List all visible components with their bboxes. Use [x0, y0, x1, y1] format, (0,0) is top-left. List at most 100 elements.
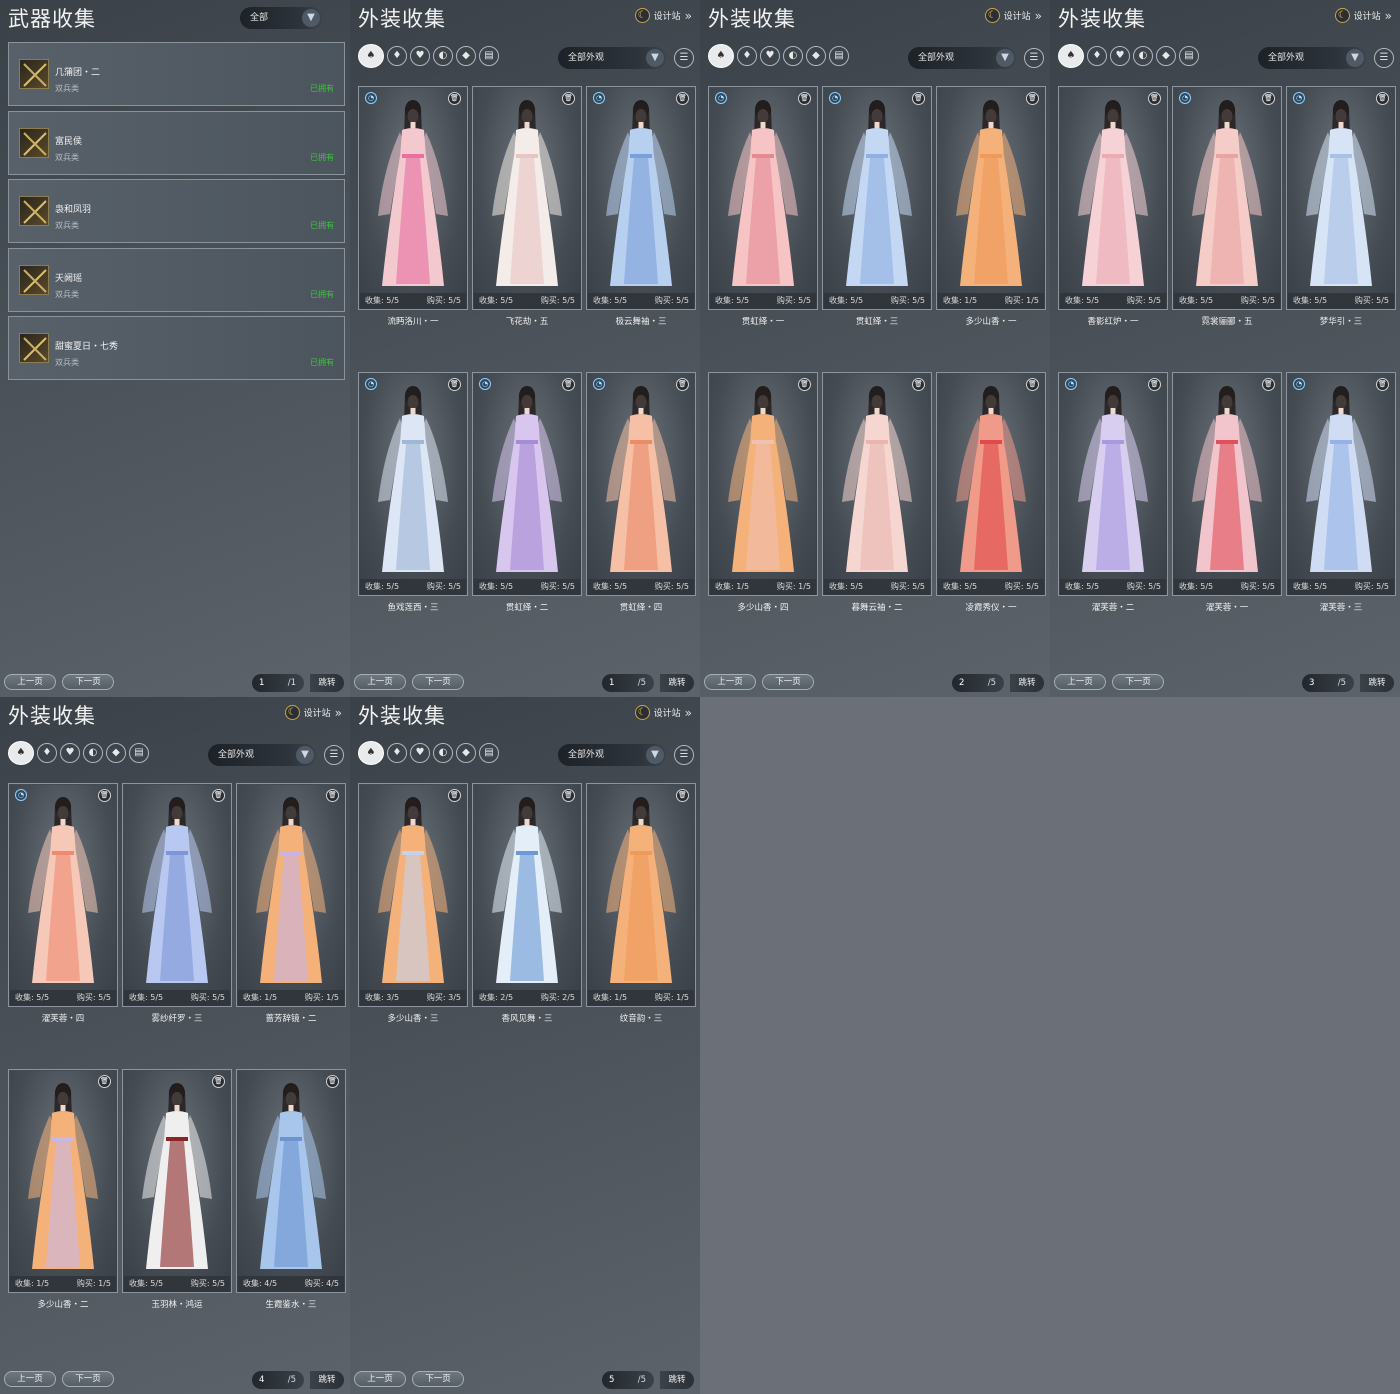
- weapon-filter-dropdown[interactable]: 全部 ▼: [240, 7, 322, 29]
- outfit-card[interactable]: 🗑 收集: 5/5 购买: 5/5 飞花劫・五: [472, 86, 582, 327]
- jump-button[interactable]: 跳转: [310, 674, 344, 692]
- outfit-preview[interactable]: ◔ 🗑: [710, 88, 816, 293]
- outfit-card[interactable]: ◔ 🗑 收集: 5/5 购买: 5/5 霓裳骊郦・五: [1172, 86, 1282, 327]
- trash-icon[interactable]: 🗑: [212, 789, 225, 802]
- trash-icon[interactable]: 🗑: [1262, 378, 1275, 391]
- outfit-filter-dropdown[interactable]: 全部外观 ▼: [908, 47, 1016, 69]
- prev-page-button[interactable]: 上一页: [704, 674, 756, 690]
- category-filter-icon[interactable]: ◐: [1133, 46, 1153, 66]
- next-page-button[interactable]: 下一页: [62, 1371, 114, 1387]
- outfit-card[interactable]: 🗑 收集: 3/5 购买: 3/5 多少山香・三: [358, 783, 468, 1024]
- category-filter-icon[interactable]: ♥: [410, 743, 430, 763]
- sort-settings-icon[interactable]: ☰: [1374, 48, 1394, 68]
- page-input[interactable]: 3/5: [1302, 674, 1354, 692]
- outfit-preview[interactable]: 🗑: [938, 88, 1044, 293]
- trash-icon[interactable]: 🗑: [562, 378, 575, 391]
- outfit-preview[interactable]: 🗑: [938, 374, 1044, 579]
- outfit-card[interactable]: 🗑 收集: 2/5 购买: 2/5 香风见舞・三: [472, 783, 582, 1024]
- sort-settings-icon[interactable]: ☰: [324, 745, 344, 765]
- jump-button[interactable]: 跳转: [660, 1371, 694, 1389]
- category-filter-icon[interactable]: ◐: [83, 743, 103, 763]
- sort-settings-icon[interactable]: ☰: [674, 745, 694, 765]
- outfit-card[interactable]: ◔ 🗑 收集: 5/5 购买: 5/5 濯芙蓉・二: [1058, 372, 1168, 613]
- category-filter-icon[interactable]: ◆: [806, 46, 826, 66]
- prev-page-button[interactable]: 上一页: [354, 1371, 406, 1387]
- outfit-preview[interactable]: ◔ 🗑: [360, 374, 466, 579]
- trash-icon[interactable]: 🗑: [1026, 92, 1039, 105]
- category-filter-icon[interactable]: ◆: [106, 743, 126, 763]
- prev-page-button[interactable]: 上一页: [1054, 674, 1106, 690]
- outfit-preview[interactable]: ◔ 🗑: [474, 374, 580, 579]
- next-page-button[interactable]: 下一页: [62, 674, 114, 690]
- trash-icon[interactable]: 🗑: [1148, 92, 1161, 105]
- trash-icon[interactable]: 🗑: [798, 378, 811, 391]
- category-filter-icon[interactable]: ▤: [479, 743, 499, 763]
- outfit-preview[interactable]: 🗑: [360, 785, 466, 990]
- category-filter-icon[interactable]: ♠: [8, 741, 34, 765]
- chevron-down-icon[interactable]: ▼: [302, 9, 320, 27]
- outfit-card[interactable]: 🗑 收集: 1/5 购买: 1/5 多少山香・二: [8, 1069, 118, 1310]
- outfit-preview[interactable]: ◔ 🗑: [1060, 374, 1166, 579]
- outfit-preview[interactable]: 🗑: [588, 785, 694, 990]
- page-input[interactable]: 1 /1: [252, 674, 304, 692]
- jump-button[interactable]: 跳转: [1360, 674, 1394, 692]
- outfit-preview[interactable]: ◔ 🗑: [1288, 88, 1394, 293]
- outfit-preview[interactable]: ◔ 🗑: [824, 88, 930, 293]
- trash-icon[interactable]: 🗑: [326, 1075, 339, 1088]
- outfit-card[interactable]: 🗑 收集: 5/5 购买: 5/5 雾纱纤罗・三: [122, 783, 232, 1024]
- trash-icon[interactable]: 🗑: [448, 789, 461, 802]
- outfit-preview[interactable]: 🗑: [238, 785, 344, 990]
- category-filter-icon[interactable]: ◆: [1156, 46, 1176, 66]
- category-filter-icon[interactable]: ♦: [387, 743, 407, 763]
- outfit-preview[interactable]: ◔ 🗑: [588, 374, 694, 579]
- outfit-card[interactable]: 🗑 收集: 1/5 购买: 1/5 纹音韵・三: [586, 783, 696, 1024]
- prev-page-button[interactable]: 上一页: [4, 1371, 56, 1387]
- design-station-link[interactable]: ☾ 设计站»: [1334, 8, 1392, 23]
- category-filter-icon[interactable]: ♥: [60, 743, 80, 763]
- category-filter-icon[interactable]: ▤: [129, 743, 149, 763]
- trash-icon[interactable]: 🗑: [562, 789, 575, 802]
- sort-settings-icon[interactable]: ☰: [674, 48, 694, 68]
- category-filter-icon[interactable]: ◐: [783, 46, 803, 66]
- prev-page-button[interactable]: 上一页: [354, 674, 406, 690]
- jump-button[interactable]: 跳转: [310, 1371, 344, 1389]
- chevron-down-icon[interactable]: ▼: [1346, 49, 1364, 67]
- weapon-list-item[interactable]: 天阙瑶 双兵类 已拥有: [8, 247, 345, 312]
- outfit-card[interactable]: ◔ 🗑 收集: 5/5 购买: 5/5 贯虹绎・四: [586, 372, 696, 613]
- design-station-link[interactable]: ☾ 设计站»: [634, 705, 692, 720]
- outfit-preview[interactable]: 🗑: [1060, 88, 1166, 293]
- outfit-card[interactable]: 🗑 收集: 1/5 购买: 1/5 多少山香・一: [936, 86, 1046, 327]
- chevron-down-icon[interactable]: ▼: [646, 746, 664, 764]
- page-input[interactable]: 2/5: [952, 674, 1004, 692]
- trash-icon[interactable]: 🗑: [98, 1075, 111, 1088]
- page-input[interactable]: 4/5: [252, 1371, 304, 1389]
- outfit-preview[interactable]: 🗑: [824, 374, 930, 579]
- outfit-card[interactable]: ◔ 🗑 收集: 5/5 购买: 5/5 贯虹绎・三: [822, 86, 932, 327]
- outfit-preview[interactable]: ◔ 🗑: [360, 88, 466, 293]
- outfit-card[interactable]: ◔ 🗑 收集: 5/5 购买: 5/5 梦华引・三: [1286, 86, 1396, 327]
- trash-icon[interactable]: 🗑: [676, 378, 689, 391]
- outfit-preview[interactable]: 🗑: [124, 785, 230, 990]
- weapon-list-item[interactable]: 几蒲团・二 双兵类 已拥有: [8, 42, 345, 106]
- design-station-link[interactable]: ☾ 设计站»: [984, 8, 1042, 23]
- category-filter-icon[interactable]: ♦: [387, 46, 407, 66]
- category-filter-icon[interactable]: ▤: [479, 46, 499, 66]
- trash-icon[interactable]: 🗑: [912, 92, 925, 105]
- outfit-preview[interactable]: ◔ 🗑: [1288, 374, 1394, 579]
- category-filter-icon[interactable]: ◆: [456, 46, 476, 66]
- trash-icon[interactable]: 🗑: [326, 789, 339, 802]
- outfit-card[interactable]: 🗑 收集: 1/5 购买: 1/5 多少山香・四: [708, 372, 818, 613]
- outfit-preview[interactable]: 🗑: [1174, 374, 1280, 579]
- outfit-card[interactable]: 🗑 收集: 1/5 购买: 1/5 蔷芳辞镜・二: [236, 783, 346, 1024]
- jump-button[interactable]: 跳转: [1010, 674, 1044, 692]
- outfit-preview[interactable]: 🗑: [710, 374, 816, 579]
- outfit-preview[interactable]: 🗑: [238, 1071, 344, 1276]
- next-page-button[interactable]: 下一页: [762, 674, 814, 690]
- trash-icon[interactable]: 🗑: [1376, 378, 1389, 391]
- trash-icon[interactable]: 🗑: [1262, 92, 1275, 105]
- trash-icon[interactable]: 🗑: [912, 378, 925, 391]
- outfit-preview[interactable]: 🗑: [124, 1071, 230, 1276]
- trash-icon[interactable]: 🗑: [1026, 378, 1039, 391]
- outfit-card[interactable]: ◔ 🗑 收集: 5/5 购买: 5/5 极云舞袖・三: [586, 86, 696, 327]
- category-filter-icon[interactable]: ♠: [358, 44, 384, 68]
